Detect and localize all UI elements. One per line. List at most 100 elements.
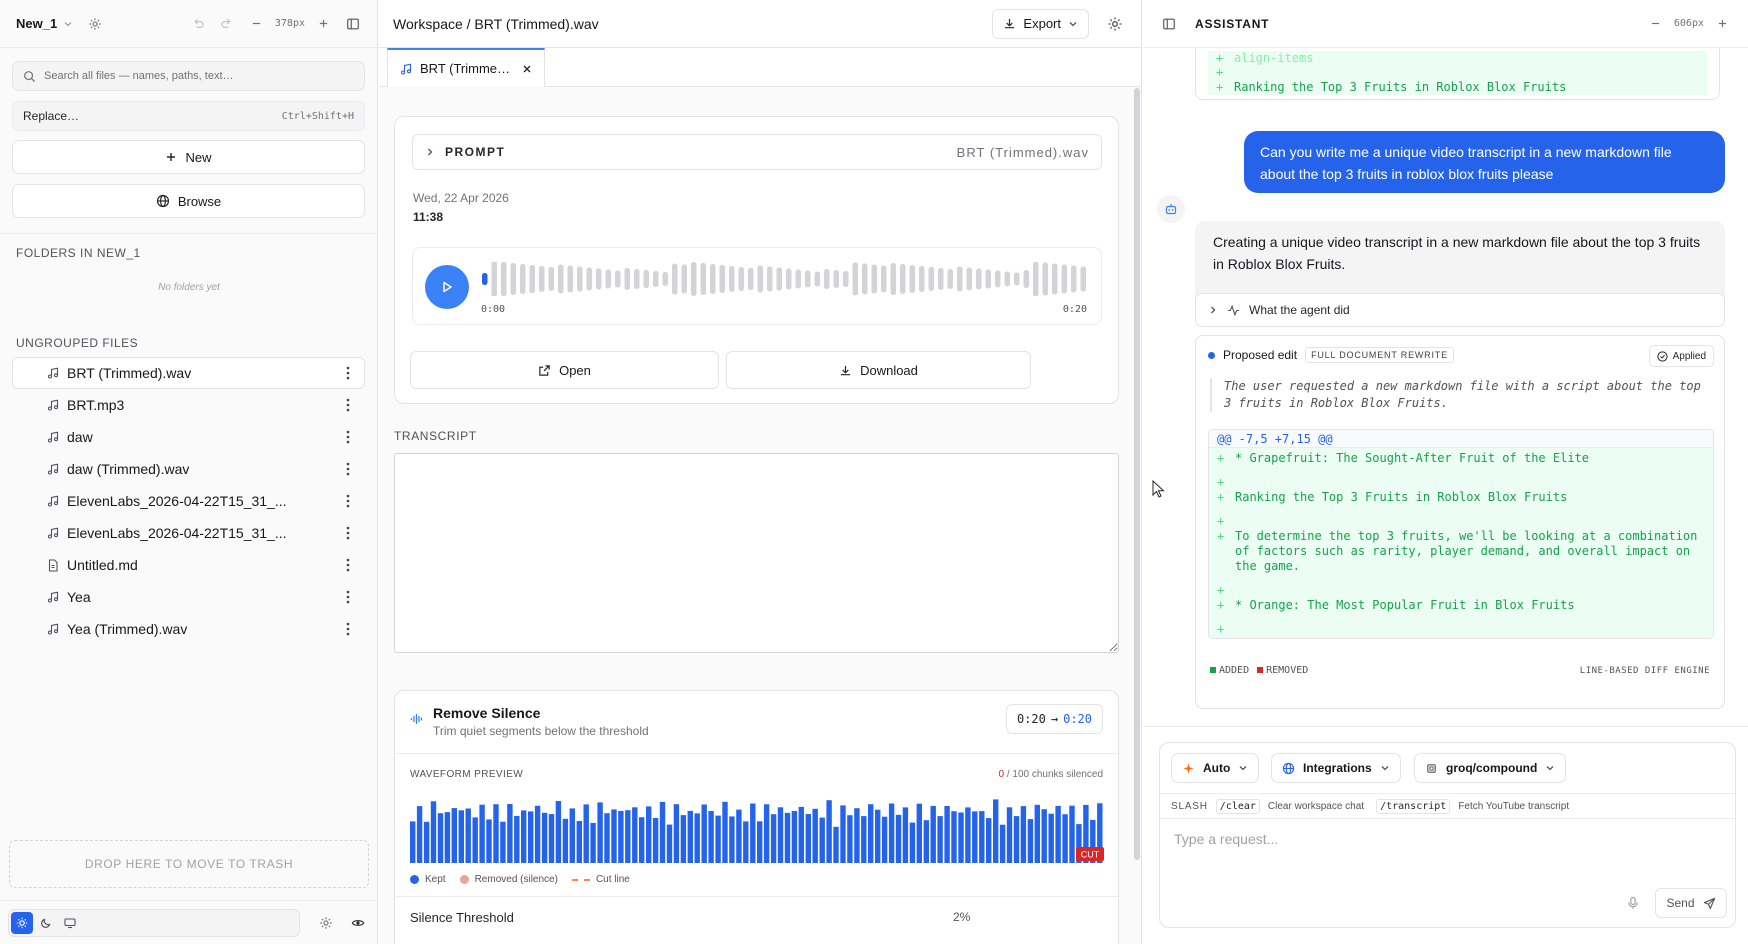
legend-cut: Cut line [571, 874, 630, 885]
shrink-width-button[interactable] [1644, 12, 1668, 36]
settings-icon[interactable] [314, 911, 338, 935]
kept-chunk-bar [437, 813, 444, 863]
gear-icon[interactable] [1103, 12, 1127, 36]
panel-toggle-icon[interactable] [1157, 12, 1181, 36]
editor-scrollbar[interactable] [1134, 88, 1140, 860]
kept-chunk-bar [528, 811, 534, 863]
replace-button[interactable]: Replace… Ctrl+Shift+H [12, 101, 365, 131]
grow-width-button[interactable] [1710, 12, 1734, 36]
kept-chunk-bar [673, 804, 680, 863]
diff-line: + * Pineapple: The Elusive Fruit of the S… [1209, 634, 1713, 638]
transcript-textarea[interactable] [394, 453, 1119, 653]
workspace-name[interactable]: New_1 [16, 16, 57, 31]
file-item[interactable]: Untitled.md [12, 549, 365, 581]
more-vertical-icon[interactable] [346, 430, 350, 444]
cut-label: CUT [1081, 850, 1100, 860]
grow-width-button[interactable] [311, 12, 335, 36]
chevron-down-icon[interactable] [63, 19, 73, 29]
kept-chunk-bar [500, 821, 506, 863]
file-item[interactable]: ElevenLabs_2026-04-22T15_31_... [12, 517, 365, 549]
redo-icon[interactable] [215, 12, 239, 36]
more-vertical-icon[interactable] [346, 526, 350, 540]
more-vertical-icon[interactable] [346, 398, 350, 412]
waveform-bar [672, 263, 678, 295]
divider [395, 896, 1118, 897]
kept-chunk-bar [465, 808, 471, 863]
prompt-toggle[interactable]: PROMPT BRT (Trimmed).wav [412, 134, 1102, 170]
monitor-icon[interactable] [59, 912, 81, 934]
kept-chunk-bar [930, 805, 936, 863]
kept-chunk-bar [639, 817, 645, 863]
new-label: New [185, 149, 212, 165]
waveform-bar [1014, 272, 1020, 286]
moon-icon[interactable] [35, 912, 57, 934]
file-item[interactable]: BRT.mp3 [12, 389, 365, 421]
more-vertical-icon[interactable] [346, 366, 350, 380]
more-vertical-icon[interactable] [346, 622, 350, 636]
slash-label: SLASH [1171, 800, 1208, 812]
file-item[interactable]: ElevenLabs_2026-04-22T15_31_... [12, 485, 365, 517]
request-input[interactable] [1174, 831, 1714, 847]
sun-icon[interactable] [11, 911, 33, 934]
agent-activity-toggle[interactable]: What the agent did [1195, 293, 1725, 327]
diff-plus-marker: + [1217, 598, 1225, 612]
external-link-icon [538, 364, 551, 377]
tab-active-file[interactable]: BRT (Trimmed).wav [387, 48, 545, 87]
assistant-title: ASSISTANT [1195, 16, 1270, 31]
waveform-bar [662, 272, 668, 286]
more-vertical-icon[interactable] [346, 462, 350, 476]
kept-chunk-bar [1062, 814, 1068, 863]
gear-icon[interactable] [83, 12, 107, 36]
kept-chunk-bar [736, 809, 742, 863]
file-item[interactable]: daw (Trimmed).wav [12, 453, 365, 485]
status-dot [1208, 351, 1215, 359]
shrink-width-button[interactable] [245, 12, 269, 36]
kept-chunk-bar [576, 821, 582, 863]
integrations-select[interactable]: Integrations [1271, 753, 1401, 783]
search-bar[interactable] [12, 61, 365, 91]
open-button[interactable]: Open [410, 351, 719, 389]
audio-waveform[interactable] [481, 262, 1089, 296]
bot-icon [1157, 195, 1185, 223]
trash-dropzone[interactable]: DROP HERE TO MOVE TO TRASH [9, 840, 369, 888]
search-input[interactable] [44, 70, 344, 82]
microphone-icon[interactable] [1627, 896, 1639, 910]
waveform-bar [691, 262, 697, 296]
undo-icon[interactable] [187, 12, 211, 36]
kept-chunk-bar [604, 813, 610, 863]
more-vertical-icon[interactable] [346, 494, 350, 508]
model-select[interactable]: groq/compound [1414, 753, 1567, 783]
eye-icon[interactable] [346, 911, 370, 935]
tab-label: BRT (Trimmed).wav [420, 61, 514, 76]
play-button[interactable] [425, 265, 469, 309]
chat-composer: Auto Integrations groq/compound SLASH /c… [1159, 742, 1736, 928]
download-button[interactable]: Download [726, 351, 1031, 389]
kept-chunk-bar [757, 821, 763, 863]
collapse-sidebar-icon[interactable] [341, 12, 365, 36]
browse-button[interactable]: Browse [12, 184, 365, 218]
transcript-command[interactable]: /transcript [1376, 798, 1451, 814]
kept-chunk-bar [722, 801, 728, 863]
clear-command[interactable]: /clear [1215, 798, 1260, 814]
send-button[interactable]: Send [1655, 888, 1727, 918]
waveform-bar [615, 270, 621, 288]
waveform-bar [919, 266, 925, 292]
chevron-down-icon [1380, 763, 1390, 773]
legend-added-label: ADDED [1219, 665, 1250, 676]
file-item[interactable]: daw [12, 421, 365, 453]
threshold-value: 2% [953, 910, 971, 924]
more-vertical-icon[interactable] [346, 558, 350, 572]
file-item[interactable]: Yea (Trimmed).wav [12, 613, 365, 645]
file-item[interactable]: BRT (Trimmed).wav [12, 357, 365, 389]
new-button[interactable]: New [12, 140, 365, 174]
applied-label: Applied [1672, 350, 1706, 362]
close-icon[interactable] [522, 64, 532, 74]
diff-engine-label: LINE-BASED DIFF ENGINE [1579, 666, 1710, 676]
file-item[interactable]: Yea [12, 581, 365, 613]
waveform-bar [738, 267, 744, 291]
kept-chunk-bar [1069, 805, 1075, 863]
export-button[interactable]: Export [992, 8, 1089, 39]
more-vertical-icon[interactable] [346, 590, 350, 604]
mode-select[interactable]: Auto [1171, 753, 1260, 783]
waveform-preview-chart: CUT [410, 799, 1104, 863]
